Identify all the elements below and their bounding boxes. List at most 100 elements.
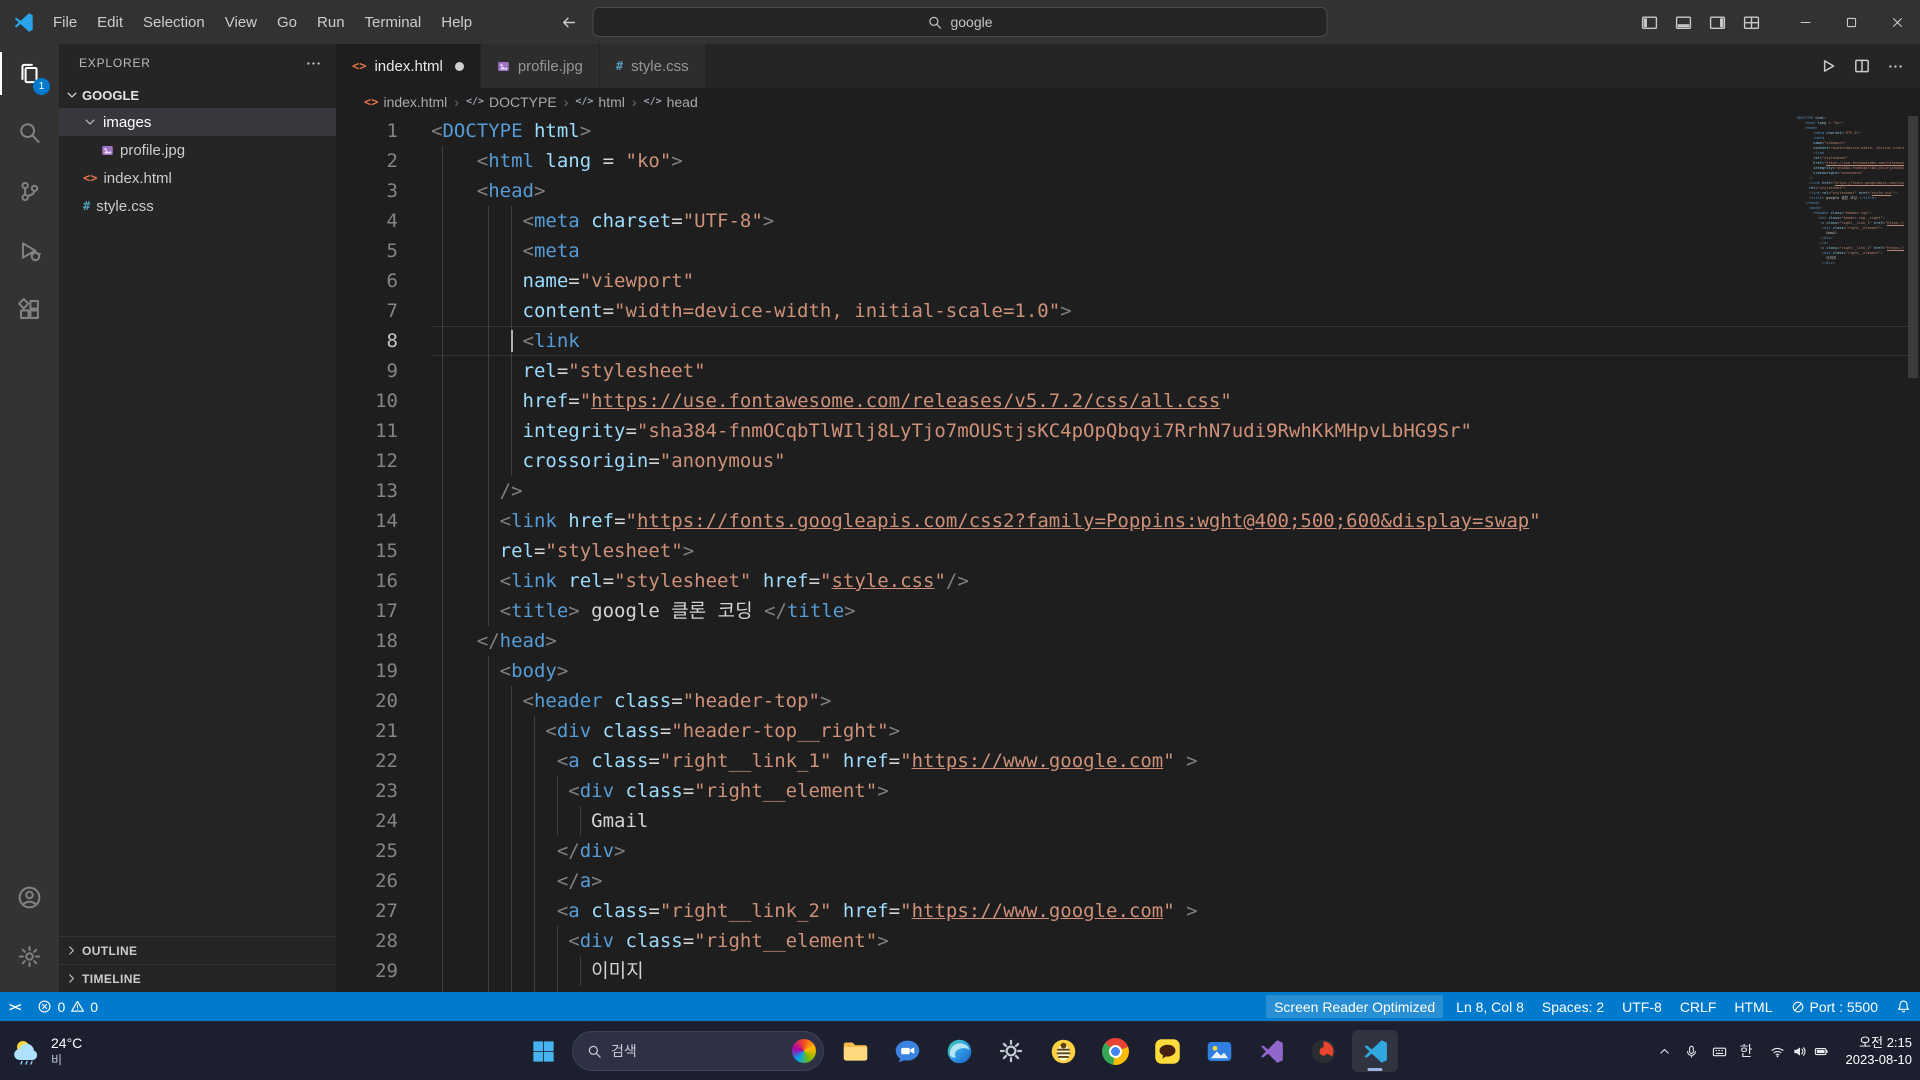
code-line-27[interactable]: <a class="right__link_2" href="https://w… <box>431 896 1908 926</box>
code-line-6[interactable]: name="viewport" <box>431 266 1908 296</box>
code-line-3[interactable]: <head> <box>431 176 1908 206</box>
run-icon[interactable] <box>1819 57 1837 75</box>
line-number-9[interactable]: 9 <box>336 356 398 386</box>
code-line-15[interactable]: rel="stylesheet"> <box>431 536 1908 566</box>
tray-touch-keyboard[interactable] <box>1712 1044 1727 1059</box>
code-line-25[interactable]: </div> <box>431 836 1908 866</box>
taskbar-chat[interactable] <box>884 1030 930 1072</box>
tree-item-style.css[interactable]: #style.css <box>59 192 336 220</box>
minimize-button[interactable] <box>1782 0 1828 44</box>
notifications-button[interactable] <box>1887 992 1920 1021</box>
code-line-4[interactable]: <meta charset="UTF-8"> <box>431 206 1908 236</box>
breadcrumb-head[interactable]: </>head <box>644 94 698 110</box>
code-line-29[interactable]: 이미지 <box>431 956 1908 986</box>
line-number-10[interactable]: 10 <box>336 386 398 416</box>
line-number-14[interactable]: 14 <box>336 506 398 536</box>
weather-widget[interactable]: 24°C 비 <box>10 1035 82 1068</box>
tree-item-images[interactable]: images <box>59 108 336 136</box>
taskbar-clock[interactable]: 오전 2:15 2023-08-10 <box>1846 1034 1913 1068</box>
split-editor-icon[interactable] <box>1853 57 1871 75</box>
remote-indicator[interactable]: >< <box>0 992 28 1021</box>
line-number-19[interactable]: 19 <box>336 656 398 686</box>
code-editor[interactable]: 1234567891011121314151617181920212223242… <box>336 116 1920 992</box>
taskbar-file-explorer[interactable] <box>832 1030 878 1072</box>
code-line-28[interactable]: <div class="right__element"> <box>431 926 1908 956</box>
code-line-16[interactable]: <link rel="stylesheet" href="style.css"/… <box>431 566 1908 596</box>
line-number-15[interactable]: 15 <box>336 536 398 566</box>
customize-layout-button[interactable] <box>1734 0 1768 44</box>
code-line-2[interactable]: <html lang = "ko"> <box>431 146 1908 176</box>
code-line-8[interactable]: <link <box>431 326 1908 356</box>
line-number-20[interactable]: 20 <box>336 686 398 716</box>
taskbar-visual-studio[interactable] <box>1248 1030 1294 1072</box>
menu-go[interactable]: Go <box>267 0 307 44</box>
more-actions-icon[interactable] <box>1887 58 1904 75</box>
explorer-actions-icon[interactable] <box>305 55 322 72</box>
code-line-10[interactable]: href="https://use.fontawesome.com/releas… <box>431 386 1908 416</box>
status-html[interactable]: HTML <box>1725 992 1781 1021</box>
line-number-5[interactable]: 5 <box>336 236 398 266</box>
line-number-7[interactable]: 7 <box>336 296 398 326</box>
tab-profile.jpg[interactable]: profile.jpg <box>481 44 600 88</box>
line-number-28[interactable]: 28 <box>336 926 398 956</box>
status-utf-8[interactable]: UTF-8 <box>1613 992 1671 1021</box>
menu-edit[interactable]: Edit <box>87 0 133 44</box>
status-crlf[interactable]: CRLF <box>1671 992 1726 1021</box>
code-line-20[interactable]: <header class="header-top"> <box>431 686 1908 716</box>
code-line-21[interactable]: <div class="header-top__right"> <box>431 716 1908 746</box>
activitybar-explorer[interactable]: 1 <box>0 44 59 103</box>
code-line-18[interactable]: </head> <box>431 626 1908 656</box>
line-number-12[interactable]: 12 <box>336 446 398 476</box>
status-screen-reader-optimized[interactable]: Screen Reader Optimized <box>1266 995 1443 1018</box>
tree-item-profile.jpg[interactable]: profile.jpg <box>59 136 336 164</box>
taskbar-settings[interactable] <box>988 1030 1034 1072</box>
code-line-1[interactable]: <DOCTYPE html> <box>431 116 1908 146</box>
line-number-4[interactable]: 4 <box>336 206 398 236</box>
minimap[interactable]: <DOCTYPE html><html lang = "ko"><head><m… <box>1796 116 1904 992</box>
status-ln-8-col-8[interactable]: Ln 8, Col 8 <box>1447 992 1533 1021</box>
start-button[interactable] <box>522 1030 564 1072</box>
status-port-5500[interactable]: Port : 5500 <box>1782 992 1888 1021</box>
line-number-16[interactable]: 16 <box>336 566 398 596</box>
sidebar-panel-timeline[interactable]: TIMELINE <box>59 964 336 992</box>
line-number-26[interactable]: 26 <box>336 866 398 896</box>
tab-index.html[interactable]: <>index.html <box>336 44 481 88</box>
code-line-24[interactable]: Gmail <box>431 806 1908 836</box>
close-button[interactable] <box>1874 0 1920 44</box>
line-number-21[interactable]: 21 <box>336 716 398 746</box>
taskbar-photos[interactable] <box>1196 1030 1242 1072</box>
taskbar-red-circle-app[interactable] <box>1300 1030 1346 1072</box>
code-line-11[interactable]: integrity="sha384-fnmOCqbTlWIlj8LyTjo7mO… <box>431 416 1908 446</box>
activitybar-run-and-debug[interactable] <box>0 221 59 280</box>
code-line-19[interactable]: <body> <box>431 656 1908 686</box>
taskbar-search-box[interactable]: 검색 <box>572 1031 824 1071</box>
code-line-26[interactable]: </a> <box>431 866 1908 896</box>
tray-microphone[interactable] <box>1684 1044 1699 1059</box>
line-number-30[interactable]: 30 <box>336 986 398 992</box>
menu-run[interactable]: Run <box>307 0 355 44</box>
code-line-13[interactable]: /> <box>431 476 1908 506</box>
code-line-30[interactable]: </div> <box>431 986 1908 992</box>
back-arrow-icon[interactable] <box>560 14 577 31</box>
menu-terminal[interactable]: Terminal <box>355 0 432 44</box>
line-number-22[interactable]: 22 <box>336 746 398 776</box>
toggle-panel-button[interactable] <box>1666 0 1700 44</box>
code-line-14[interactable]: <link href="https://fonts.googleapis.com… <box>431 506 1908 536</box>
line-number-18[interactable]: 18 <box>336 626 398 656</box>
line-number-25[interactable]: 25 <box>336 836 398 866</box>
line-number-11[interactable]: 11 <box>336 416 398 446</box>
problems-indicator[interactable]: 0 0 <box>28 992 107 1021</box>
code-line-7[interactable]: content="width=device-width, initial-sca… <box>431 296 1908 326</box>
line-number-6[interactable]: 6 <box>336 266 398 296</box>
workspace-section-header[interactable]: GOOGLE <box>59 82 336 108</box>
taskbar-edge[interactable] <box>936 1030 982 1072</box>
line-number-2[interactable]: 2 <box>336 146 398 176</box>
toggle-secondary-sidebar-button[interactable] <box>1700 0 1734 44</box>
command-center-search[interactable]: google <box>593 7 1328 37</box>
code-line-23[interactable]: <div class="right__element"> <box>431 776 1908 806</box>
line-number-23[interactable]: 23 <box>336 776 398 806</box>
status-spaces-2[interactable]: Spaces: 2 <box>1533 992 1613 1021</box>
taskbar-vscode[interactable] <box>1352 1030 1398 1072</box>
line-number-1[interactable]: 1 <box>336 116 398 146</box>
modified-dot-icon[interactable] <box>455 62 464 71</box>
